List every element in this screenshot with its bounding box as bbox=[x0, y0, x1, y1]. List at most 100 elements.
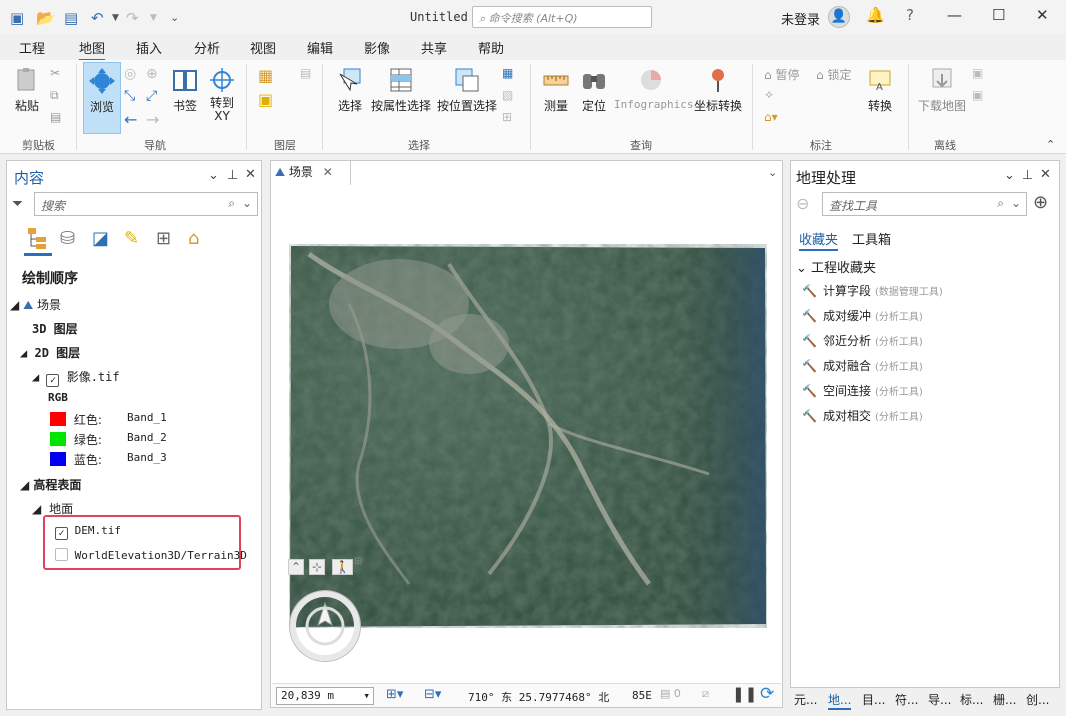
redo-dropdown-icon[interactable]: ▼ bbox=[150, 13, 157, 23]
sign-in-link[interactable]: 未登录 bbox=[781, 9, 820, 28]
pause-labeling-button[interactable]: ⌂ 暂停 bbox=[764, 66, 799, 83]
infographics-button[interactable]: Infographics bbox=[614, 66, 693, 111]
raster-visibility-checkbox[interactable]: ✓ bbox=[46, 374, 60, 387]
filter-icon[interactable]: ⏷ bbox=[12, 196, 23, 212]
notification-bell-icon[interactable]: 🔔 bbox=[866, 6, 885, 24]
paste-button[interactable]: 粘贴 bbox=[10, 66, 44, 114]
tilt-up-icon[interactable]: ⌃ bbox=[288, 559, 305, 575]
redo-icon[interactable]: ↷ bbox=[126, 9, 139, 27]
collapse-ribbon-icon[interactable]: ⌃ bbox=[1046, 138, 1055, 151]
goto-xy-button[interactable]: 转到 XY bbox=[206, 66, 238, 122]
bookmarks-button[interactable]: 书签 bbox=[168, 66, 202, 114]
tab-toolboxes[interactable]: 工具箱 bbox=[852, 229, 891, 248]
back-icon[interactable]: ← bbox=[124, 110, 137, 129]
convert-button[interactable]: A 转换 bbox=[862, 66, 898, 114]
pane-menu-icon[interactable]: ⌄ bbox=[1004, 168, 1015, 183]
tree-2d-layers[interactable]: ◢ 2D 图层 bbox=[20, 344, 80, 361]
globe-icon[interactable]: ⊕ bbox=[146, 66, 158, 82]
close-pane-icon[interactable]: ✕ bbox=[1040, 167, 1051, 182]
maximize-icon[interactable]: ☐ bbox=[992, 6, 1005, 24]
zoom-out-fixed-icon[interactable]: ⤢ bbox=[146, 88, 157, 104]
add-icon[interactable]: ⊕ bbox=[1033, 192, 1048, 213]
dem-visibility-checkbox[interactable]: ✓ bbox=[55, 527, 68, 540]
tool-item[interactable]: 🔨 成对融合 (分析工具) bbox=[802, 357, 923, 374]
tab-view[interactable]: 视图 bbox=[250, 38, 276, 57]
coordinate-options-icon[interactable]: ⊟▾ bbox=[424, 687, 441, 702]
tab-project[interactable]: 工程 bbox=[19, 38, 45, 57]
add-preset-icon[interactable]: ▣ bbox=[258, 90, 273, 109]
view-unplaced-icon[interactable]: ✧ bbox=[764, 88, 774, 102]
command-search-input[interactable]: ⌕ 命令搜索 (Alt+Q) bbox=[472, 6, 652, 28]
scale-input[interactable]: 20,839 m ▾ bbox=[276, 687, 374, 705]
sync-icon[interactable]: ▣ bbox=[972, 66, 983, 80]
world-elevation-checkbox[interactable] bbox=[55, 548, 68, 561]
minimize-icon[interactable]: — bbox=[947, 6, 962, 24]
tab-favorites[interactable]: 收藏夹 bbox=[799, 229, 839, 251]
tree-scene[interactable]: ◢ ⛰ 场景 bbox=[10, 296, 61, 313]
close-pane-icon[interactable]: ✕ bbox=[245, 167, 256, 182]
avatar[interactable]: 👤 bbox=[828, 6, 850, 28]
tree-dem[interactable]: ✓ DEM.tif bbox=[55, 524, 121, 540]
tree-raster-layer[interactable]: ◢ ✓ 影像.tif bbox=[32, 368, 120, 387]
select-by-location-button[interactable]: 按位置选择 bbox=[436, 66, 498, 114]
undo-dropdown-icon[interactable]: ▼ bbox=[112, 13, 119, 23]
close-icon[interactable]: ✕ bbox=[1036, 6, 1049, 24]
measure-button[interactable]: 测量 bbox=[538, 66, 574, 114]
locate-button[interactable]: 定位 bbox=[578, 66, 610, 114]
list-by-selection-icon[interactable]: ◪ bbox=[92, 228, 109, 249]
forward-icon[interactable]: → bbox=[146, 110, 159, 129]
tree-elevation-surfaces[interactable]: ◢ 高程表面 bbox=[20, 476, 81, 493]
tab-help[interactable]: 帮助 bbox=[478, 38, 504, 57]
refresh-screen-icon[interactable]: ⧄ bbox=[702, 687, 709, 701]
zoom-in-fixed-icon[interactable]: ⤡ bbox=[124, 88, 135, 104]
basemap-icon[interactable]: ▤ bbox=[300, 66, 311, 80]
red-swatch[interactable] bbox=[50, 412, 66, 426]
view-option-icon[interactable]: ⊞ bbox=[354, 556, 362, 567]
pause-drawing-icon[interactable]: ❚❚ bbox=[732, 685, 757, 703]
clear-selection-icon[interactable]: ▧ bbox=[502, 88, 513, 102]
close-tab-icon[interactable]: ✕ bbox=[323, 165, 333, 179]
lock-labeling-button[interactable]: ⌂ 锁定 bbox=[816, 66, 851, 83]
full-control-icon[interactable]: ⊹ bbox=[309, 559, 326, 575]
tab-raster[interactable]: 栅... bbox=[993, 691, 1016, 708]
tool-item[interactable]: 🔨 空间连接 (分析工具) bbox=[802, 382, 923, 399]
label-class-icon[interactable]: ⌂▾ bbox=[764, 110, 778, 124]
customize-toolbar-icon[interactable]: ⌄ bbox=[170, 11, 179, 24]
new-project-icon[interactable]: ▣ bbox=[10, 9, 24, 27]
save-icon[interactable]: ▤ bbox=[64, 9, 78, 27]
find-tools-input[interactable]: 查找工具 ⌕ ⌄ bbox=[822, 192, 1027, 216]
collapse-icon[interactable]: ◢ bbox=[10, 298, 19, 312]
help-icon[interactable]: ? bbox=[906, 6, 914, 24]
explore-button[interactable]: 浏览 bbox=[83, 62, 121, 134]
pane-menu-icon[interactable]: ⌄ bbox=[208, 168, 219, 183]
pin-icon[interactable]: ⊥ bbox=[227, 168, 238, 183]
zoom-to-selection-icon[interactable]: ⊞ bbox=[502, 110, 512, 124]
walk-icon[interactable]: 🚶 bbox=[332, 559, 353, 575]
navigator-compass[interactable] bbox=[290, 591, 360, 661]
collapse-icon[interactable]: ◢ bbox=[20, 346, 27, 360]
tab-analysis[interactable]: 分析 bbox=[194, 38, 220, 57]
coordinate-conversion-button[interactable]: 坐标转换 bbox=[692, 66, 744, 114]
list-by-editing-icon[interactable]: ✎ bbox=[124, 228, 139, 249]
tree-world-elevation[interactable]: WorldElevation3D/Terrain3D bbox=[55, 548, 247, 562]
attributes-icon[interactable]: ▦ bbox=[502, 66, 513, 80]
cut-icon[interactable]: ✂ bbox=[50, 66, 60, 80]
tree-3d-layers[interactable]: 3D 图层 bbox=[32, 320, 78, 337]
tab-contents[interactable]: 目... bbox=[862, 691, 885, 708]
copy-path-icon[interactable]: ▤ bbox=[50, 110, 61, 124]
selected-features-icon[interactable]: ▤ 0 bbox=[660, 687, 681, 700]
tab-map[interactable]: 地图 bbox=[79, 38, 106, 61]
tab-share[interactable]: 共享 bbox=[421, 38, 447, 57]
refresh-icon[interactable]: ⟳ bbox=[760, 684, 774, 704]
select-by-attributes-button[interactable]: 按属性选择 bbox=[370, 66, 432, 114]
list-by-source-icon[interactable]: ⛁ bbox=[60, 228, 75, 249]
tab-edit[interactable]: 编辑 bbox=[307, 38, 333, 57]
collapse-icon[interactable]: ◢ bbox=[32, 502, 41, 516]
project-favorites-group[interactable]: ⌄ 工程收藏夹 bbox=[796, 257, 876, 276]
tab-list-icon[interactable]: ⌄ bbox=[768, 166, 777, 179]
tool-item[interactable]: 🔨 邻近分析 (分析工具) bbox=[802, 332, 923, 349]
pin-icon[interactable]: ⊥ bbox=[1022, 168, 1033, 183]
green-swatch[interactable] bbox=[50, 432, 66, 446]
add-data-icon[interactable]: ▦ bbox=[258, 66, 273, 85]
full-extent-icon[interactable]: ◎ bbox=[124, 66, 136, 82]
